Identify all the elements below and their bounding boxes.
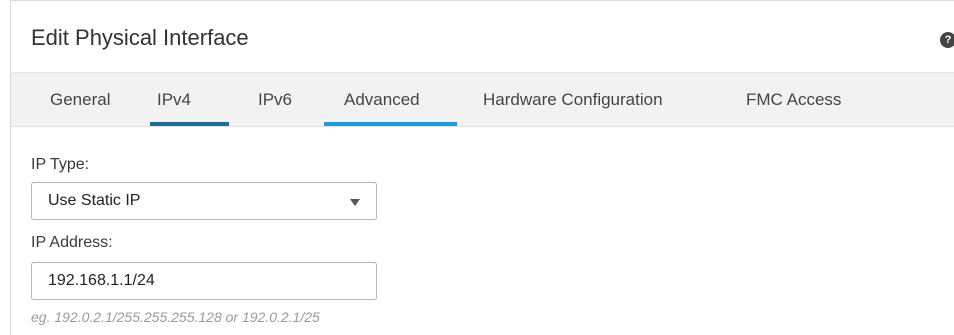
hover-tab-indicator: [324, 122, 457, 126]
ip-address-hint: eg. 192.0.2.1/255.255.255.128 or 192.0.2…: [31, 309, 320, 325]
tab-label: Hardware Configuration: [483, 90, 663, 109]
dialog-header: Edit Physical Interface ?: [10, 0, 954, 73]
ip-type-label: IP Type:: [31, 156, 90, 173]
tab-label: IPv6: [258, 90, 293, 109]
active-tab-indicator: [150, 122, 229, 126]
ip-type-select[interactable]: Use Static IP: [31, 182, 377, 220]
tab-bar: General IPv4 IPv6 Advanced Hardware Conf…: [10, 73, 954, 127]
tab-hardware-configuration[interactable]: Hardware Configuration: [483, 73, 663, 127]
tab-ipv6[interactable]: IPv6: [258, 73, 292, 127]
tab-label: FMC Access: [746, 90, 842, 109]
ipv4-panel: IP Type: Use Static IP IP Address: eg. 1…: [10, 127, 954, 335]
edit-interface-dialog: Edit Physical Interface ? General IPv4 I…: [0, 0, 954, 335]
help-icon[interactable]: ?: [940, 32, 954, 48]
ip-address-input[interactable]: [31, 262, 377, 300]
tab-ipv4[interactable]: IPv4: [157, 73, 191, 127]
dialog-title: Edit Physical Interface: [31, 25, 249, 50]
ip-type-selected-value: Use Static IP: [48, 192, 141, 209]
tab-label: IPv4: [157, 90, 192, 109]
tab-label: General: [50, 90, 111, 109]
tab-fmc-access[interactable]: FMC Access: [746, 73, 841, 127]
tab-general[interactable]: General: [50, 73, 110, 127]
tab-label: Advanced: [344, 90, 420, 109]
chevron-down-icon: [350, 199, 360, 206]
ip-address-label: IP Address:: [31, 234, 113, 251]
tab-advanced[interactable]: Advanced: [344, 73, 420, 127]
